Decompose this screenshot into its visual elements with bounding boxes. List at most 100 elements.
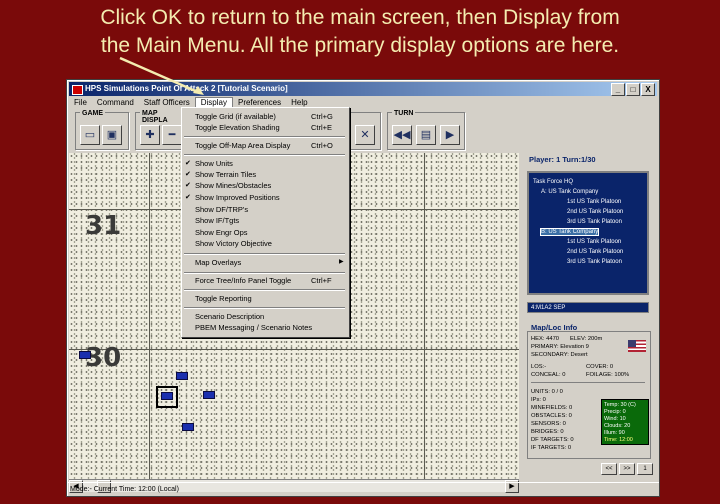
maximize-button[interactable]: □ (626, 83, 640, 96)
submenu-arrow-icon: ▶ (339, 259, 344, 265)
cover-value: COVER: 0 (586, 364, 614, 370)
menu-separator (184, 272, 345, 274)
tree-item[interactable]: 3rd US Tank Platoon (567, 219, 622, 225)
menu-item-toggle-grid[interactable]: Toggle Grid (if available) Ctrl+G (182, 111, 347, 122)
illum-value: Illum: 90 (604, 430, 625, 436)
unit-counter[interactable] (79, 351, 91, 359)
weather-box: Temp: 30 (C) Precip: 0 Wind: 10 Clouds: … (601, 399, 649, 445)
game-group-label: GAME (80, 110, 105, 117)
menu-separator (184, 307, 345, 309)
hex-grid-line (149, 153, 150, 479)
menu-item-toggle-offmap[interactable]: Toggle Off-Map Area Display Ctrl+O (182, 140, 347, 151)
report-icon-button[interactable]: ▤ (416, 125, 436, 145)
tree-item[interactable]: 2nd US Tank Platoon (567, 249, 623, 255)
end-turn-icon-button[interactable]: ▶ (440, 125, 460, 145)
application-window: HPS Simulations Point Of Attack 2 [Tutor… (66, 79, 660, 497)
tree-item[interactable]: A: US Tank Company (541, 189, 598, 195)
units-value: UNITS: 0 / 0 (531, 389, 563, 395)
zoom-in-icon-button[interactable]: ✚ (140, 125, 160, 145)
los-value: LOS:- (531, 364, 547, 370)
sensors-value: SENSORS: 0 (531, 421, 566, 427)
menu-separator (184, 154, 345, 156)
menu-item-show-if-tgts[interactable]: Show IF/Tgts (182, 215, 347, 226)
status-bar: Mode:- Current Time: 12:00 (Local) (67, 482, 659, 496)
prev-unit-button[interactable]: << (601, 463, 617, 475)
app-icon (72, 85, 83, 95)
menu-item-show-mines[interactable]: ✔ Show Mines/Obstacles (182, 180, 347, 191)
wind-value: Wind: 10 (604, 416, 626, 422)
menu-item-show-engr-ops[interactable]: Show Engr Ops (182, 227, 347, 238)
bridges-value: BRIDGES: 0 (531, 429, 564, 435)
checkmark-icon: ✔ (185, 194, 191, 201)
time-value: Time: 12:00 (604, 437, 633, 443)
caption-line-1: Click OK to return to the main screen, t… (100, 6, 620, 29)
menu-item-toggle-elevation[interactable]: Toggle Elevation Shading Ctrl+E (182, 122, 347, 133)
page-button[interactable]: 1 (637, 463, 653, 475)
menu-item-force-tree-toggle[interactable]: Force Tree/Info Panel Toggle Ctrl+F (182, 275, 347, 286)
menu-item-scenario-description[interactable]: Scenario Description (182, 311, 347, 322)
menu-item-show-improved[interactable]: ✔ Show Improved Positions (182, 192, 347, 203)
ips-value: IPs: 0 (531, 397, 546, 403)
rewind-icon-button[interactable]: ◀◀ (392, 125, 412, 145)
menu-item-pbem-messaging[interactable]: PBEM Messaging / Scenario Notes (182, 322, 347, 333)
hex-grid-line (69, 349, 519, 350)
checkmark-icon: ✔ (185, 171, 191, 178)
us-flag-icon (628, 340, 646, 352)
panel-nav: << >> 1 (601, 463, 653, 475)
close-button[interactable]: X (641, 83, 655, 96)
minimize-button[interactable]: _ (611, 83, 625, 96)
zoom-out-icon-button[interactable]: ━ (162, 125, 182, 145)
save-icon-button[interactable]: ▣ (102, 125, 122, 145)
caption-line-2: the Main Menu. All the primary display o… (100, 34, 620, 57)
tree-item[interactable]: 1st US Tank Platoon (567, 199, 621, 205)
map-display-group-label: MAP DISPLA (140, 110, 184, 124)
tree-item[interactable]: Task Force HQ (533, 179, 573, 185)
menu-item-map-overlays[interactable]: Map Overlays ▶ (182, 257, 347, 268)
checkmark-icon: ✔ (185, 160, 191, 167)
if-targets-value: IF TARGETS: 0 (531, 445, 572, 451)
map-tools-group: ✕ (349, 112, 381, 150)
tree-item[interactable]: 3rd US Tank Platoon (567, 259, 622, 265)
conceal-value: CONCEAL: 0 (531, 372, 566, 378)
menu-command[interactable]: Command (92, 97, 139, 109)
menu-item-show-terrain[interactable]: ✔ Show Terrain Tiles (182, 169, 347, 180)
menu-bar: File Command Staff Officers Display Pref… (69, 97, 657, 109)
hex-grid-line (424, 153, 425, 479)
unit-counter[interactable] (176, 372, 188, 380)
tutorial-caption: Click OK to return to the main screen, t… (0, 4, 720, 60)
obstacles-value: OBSTACLES: 0 (531, 413, 572, 419)
unit-counter[interactable] (203, 391, 215, 399)
tree-item-selected[interactable]: B: US Tank Company (539, 228, 600, 236)
precip-value: Precip: 0 (604, 409, 626, 415)
menu-item-show-df-trps[interactable]: Show DF/TRP's (182, 204, 347, 215)
menu-separator (184, 253, 345, 255)
tree-item[interactable]: 2nd US Tank Platoon (567, 209, 623, 215)
next-unit-button[interactable]: >> (619, 463, 635, 475)
toolbar: GAME ▭ ▣ MAP DISPLA ✚ ━ ✕ TURN ◀◀ ▤ ▶ (69, 110, 657, 152)
force-info-panel: Player: 1 Turn:1/30 Task Force HQ A: US … (523, 153, 653, 479)
menu-file[interactable]: File (69, 97, 92, 109)
hex-row-label: 31 (85, 211, 122, 241)
game-group: GAME ▭ ▣ (75, 110, 129, 150)
minefields-value: MINEFIELDS: 0 (531, 405, 573, 411)
hex-value: HEX: 4470 (531, 336, 560, 342)
menu-item-show-units[interactable]: ✔ Show Units (182, 158, 347, 169)
player-turn-label: Player: 1 Turn:1/30 (529, 155, 596, 164)
menu-item-show-victory[interactable]: Show Victory Objective (182, 238, 347, 249)
unit-counter[interactable] (182, 423, 194, 431)
window-title: HPS Simulations Point Of Attack 2 [Tutor… (85, 84, 288, 93)
primary-value: PRIMARY: Elevation 9 (531, 344, 589, 350)
title-bar: HPS Simulations Point Of Attack 2 [Tutor… (69, 82, 657, 96)
checkmark-icon: ✔ (185, 182, 191, 189)
display-menu-dropdown: Toggle Grid (if available) Ctrl+G Toggle … (181, 107, 350, 338)
tree-item[interactable]: 1st US Tank Platoon (567, 239, 621, 245)
menu-item-toggle-reporting[interactable]: Toggle Reporting (182, 293, 347, 304)
map-display-group: MAP DISPLA ✚ ━ (135, 110, 185, 150)
turn-group: TURN ◀◀ ▤ ▶ (387, 110, 465, 150)
selected-unit-field: 4:M1A2 SEP (527, 302, 649, 313)
menu-separator (184, 136, 345, 138)
secondary-value: SECONDARY: Desert (531, 352, 588, 358)
window-icon-button[interactable]: ▭ (80, 125, 100, 145)
hex-selection-box (156, 386, 178, 408)
cancel-move-icon-button[interactable]: ✕ (355, 125, 375, 145)
